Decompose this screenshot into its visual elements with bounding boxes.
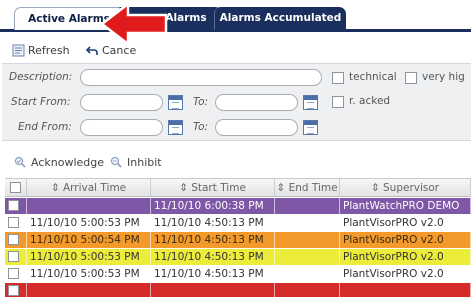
row-checkbox[interactable] [8,200,19,211]
end-from-label: End From: [18,121,72,133]
supervisor-cell: PlantVisorPRO v2.0 [340,266,471,282]
table-row[interactable]: 11/10/10 5:00:53 PM 11/10/10 4:50:13 PM … [5,249,471,266]
acknowledge-button[interactable]: Acknowledge [14,156,104,169]
supervisor-cell: PlantWatchPRO DEMO [340,198,471,214]
grid-header: ⇕ Arrival Time ⇕ Start Time ⇕ End Time ⇕… [5,178,471,197]
start-to-calendar-icon[interactable] [303,95,318,110]
end-time-cell [275,266,340,282]
start-from-calendar-icon[interactable] [168,95,183,110]
start-time-cell [151,283,275,298]
start-time-cell: 11/10/10 4:50:13 PM [151,249,275,265]
tab-alarms-accumulated[interactable]: Alarms Accumulated [214,7,346,30]
acknowledge-icon [14,156,26,168]
header-supervisor[interactable]: ⇕ Supervisor [340,179,471,197]
description-input[interactable] [80,69,322,86]
very-high-checkbox[interactable] [405,72,417,84]
very-high-label: very hig [422,71,465,83]
header-arrival-time-label: Arrival Time [62,182,127,194]
red-arrow-annotation [100,2,168,46]
table-row[interactable]: 11/10/10 5:00:53 PM 11/10/10 4:50:13 PM … [5,266,471,283]
end-from-calendar-icon[interactable] [168,120,183,135]
arrival-time-cell: 11/10/10 5:00:54 PM [27,232,151,248]
inhibit-button[interactable]: Inhibit [110,156,162,169]
supervisor-cell: PlantVisorPRO v2.0 [340,215,471,231]
sort-arrows-icon: ⇕ [179,182,192,194]
supervisor-cell: PlantVisorPRO v2.0 [340,249,471,265]
refresh-icon [12,44,25,57]
end-to-input[interactable] [215,119,298,136]
header-start-time[interactable]: ⇕ Start Time [151,179,275,197]
r-acked-label: r. acked [349,95,391,107]
table-row[interactable]: 11/10/10 6:00:38 PM PlantWatchPRO DEMO [5,198,471,215]
arrival-time-cell [27,283,151,298]
table-row[interactable] [5,283,471,298]
start-to-input[interactable] [215,94,298,111]
end-time-cell [275,198,340,214]
inhibit-icon [110,156,122,168]
start-time-cell: 11/10/10 4:50:13 PM [151,215,275,231]
start-to-label: To: [193,96,209,108]
tab-bar: Active Alarms Alarms Alarms Accumulated [0,0,471,32]
sort-arrows-icon: ⇕ [276,182,289,194]
end-from-input[interactable] [80,119,163,136]
technical-label: technical [349,71,397,83]
start-from-label: Start From: [11,96,71,108]
acknowledge-label: Acknowledge [31,156,105,169]
end-to-calendar-icon[interactable] [303,120,318,135]
row-checkbox[interactable] [8,268,19,279]
arrival-time-cell [27,198,151,214]
inhibit-label: Inhibit [127,156,162,169]
row-checkbox[interactable] [8,251,19,262]
undo-icon [86,46,98,55]
table-row[interactable]: 11/10/10 5:00:53 PM 11/10/10 4:50:13 PM … [5,215,471,232]
end-time-cell [275,283,340,298]
end-to-label: To: [193,121,209,133]
header-arrival-time[interactable]: ⇕ Arrival Time [27,179,151,197]
row-checkbox[interactable] [8,217,19,228]
start-time-cell: 11/10/10 4:50:13 PM [151,232,275,248]
start-time-cell: 11/10/10 4:50:13 PM [151,266,275,282]
end-time-cell [275,232,340,248]
supervisor-cell [340,283,471,298]
row-checkbox[interactable] [8,285,19,296]
toolbar: Refresh Cance [0,41,471,63]
arrival-time-cell: 11/10/10 5:00:53 PM [27,249,151,265]
select-all-header[interactable] [5,179,27,197]
header-supervisor-label: Supervisor [383,182,440,194]
refresh-button[interactable]: Refresh [12,44,70,57]
supervisor-cell: PlantVisorPRO v2.0 [340,232,471,248]
select-all-checkbox[interactable] [10,182,21,193]
header-end-time-label: End Time [288,182,338,194]
row-checkbox[interactable] [8,234,19,245]
sort-arrows-icon: ⇕ [370,182,384,194]
filter-panel: Description: technical very hig Start Fr… [2,63,471,141]
start-from-input[interactable] [80,94,163,111]
refresh-label: Refresh [28,44,70,57]
end-time-cell [275,249,340,265]
header-end-time[interactable]: ⇕ End Time [275,179,340,197]
header-start-time-label: Start Time [191,182,246,194]
r-acked-checkbox[interactable] [332,96,344,108]
table-row[interactable]: 11/10/10 5:00:54 PM 11/10/10 4:50:13 PM … [5,232,471,249]
description-label: Description: [9,71,73,83]
start-time-cell: 11/10/10 6:00:38 PM [151,198,275,214]
end-time-cell [275,215,340,231]
sort-arrows-icon: ⇕ [50,182,63,194]
action-bar: Acknowledge Inhibit [0,153,471,173]
arrival-time-cell: 11/10/10 5:00:53 PM [27,266,151,282]
arrival-time-cell: 11/10/10 5:00:53 PM [27,215,151,231]
technical-checkbox[interactable] [332,72,344,84]
